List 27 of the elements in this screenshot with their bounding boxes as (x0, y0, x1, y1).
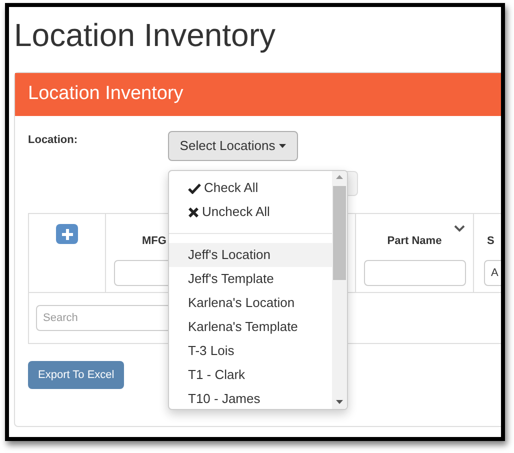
scroll-down-icon[interactable] (336, 400, 343, 404)
caret-icon (279, 144, 286, 148)
page-title: Location Inventory (14, 16, 276, 55)
location-option[interactable]: Jeff's Location (169, 243, 332, 267)
filter-field[interactable] (364, 260, 466, 286)
column-header[interactable]: MFG (142, 233, 166, 250)
location-option[interactable]: T-3 Lois (169, 339, 332, 363)
menu-action[interactable]: Check All (169, 176, 332, 200)
location-option[interactable]: T1 - Clark (169, 363, 332, 387)
scrollbar[interactable] (332, 171, 347, 409)
x-icon (188, 206, 199, 218)
column-header[interactable]: Part Name (387, 233, 442, 250)
scrollbar-thumb[interactable] (333, 186, 346, 280)
add-button[interactable] (56, 224, 78, 244)
filter-field[interactable]: A (484, 260, 501, 286)
panel-title: Location Inventory (28, 82, 184, 106)
chevron-down-icon[interactable] (454, 225, 465, 232)
select-locations-button[interactable]: Select Locations (168, 131, 298, 161)
plus-icon (62, 228, 72, 240)
scroll-up-icon[interactable] (336, 175, 343, 179)
location-option[interactable]: T10 - James (169, 387, 332, 409)
location-option[interactable]: Jeff's Template (169, 267, 332, 291)
column-header[interactable]: S (487, 233, 494, 250)
location-label: Location: (28, 133, 78, 148)
check-icon (188, 182, 201, 194)
menu-action[interactable]: Uncheck All (169, 200, 332, 224)
export-to-excel-button[interactable]: Export To Excel (28, 361, 124, 389)
